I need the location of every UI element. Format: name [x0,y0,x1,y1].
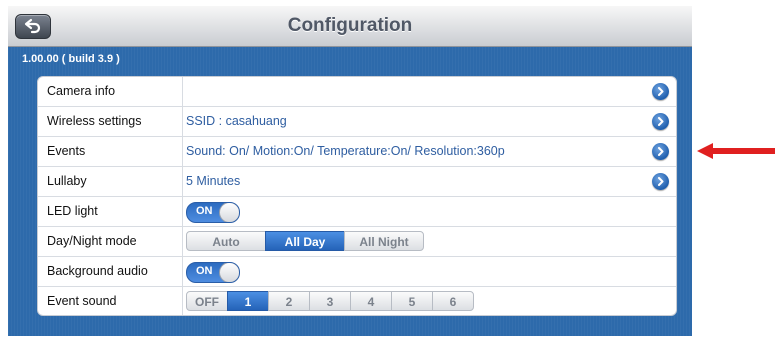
firmware-version: 1.00.00 ( build 3.9 ) [22,53,120,65]
red-arrow-icon [697,143,775,159]
toggle-state: ON [196,265,213,277]
row-label: LED light [38,197,183,226]
navigation-bar: Configuration [8,6,692,47]
row-label: Wireless settings [38,107,183,136]
app-screen: Configuration 1.00.00 ( build 3.9 ) Came… [8,6,692,336]
row-day-night-mode: Day/Night mode Auto All Day All Night [38,227,676,257]
row-label: Events [38,137,183,166]
chevron-right-icon [658,117,664,126]
row-wireless-settings[interactable]: Wireless settings SSID : casahuang [38,107,676,137]
event-sound-option-4[interactable]: 4 [350,291,392,311]
row-background-audio: Background audio ON [38,257,676,287]
background-audio-toggle[interactable]: ON [186,262,240,283]
chevron-right-icon [658,147,664,156]
disclosure-button[interactable] [652,143,669,160]
day-night-option-all-night[interactable]: All Night [344,231,424,251]
settings-list: Camera info Wireless settings SSID : cas… [37,76,677,316]
row-value: Sound: On/ Motion:On/ Temperature:On/ Re… [186,144,505,158]
row-lullaby[interactable]: Lullaby 5 Minutes [38,167,676,197]
disclosure-button[interactable] [652,83,669,100]
row-label: Lullaby [38,167,183,196]
row-label: Camera info [38,77,183,106]
event-sound-option-off[interactable]: OFF [186,291,228,311]
row-events[interactable]: Events Sound: On/ Motion:On/ Temperature… [38,137,676,167]
event-sound-option-1[interactable]: 1 [227,291,269,311]
row-value: 5 Minutes [186,174,241,188]
disclosure-button[interactable] [652,113,669,130]
toggle-knob [219,263,239,282]
disclosure-button[interactable] [652,173,669,190]
row-event-sound: Event sound OFF 1 2 3 4 5 6 [38,287,676,315]
row-label: Event sound [38,287,183,315]
chevron-right-icon [658,177,664,186]
day-night-option-all-day[interactable]: All Day [265,231,345,251]
row-value: SSID : casahuang [186,114,287,128]
row-label: Day/Night mode [38,227,183,256]
row-led-light: LED light ON [38,197,676,227]
page-title: Configuration [287,15,413,36]
event-sound-option-5[interactable]: 5 [391,291,433,311]
day-night-option-auto[interactable]: Auto [186,231,266,251]
led-light-toggle[interactable]: ON [186,202,240,223]
event-sound-option-2[interactable]: 2 [268,291,310,311]
chevron-right-icon [658,87,664,96]
event-sound-option-6[interactable]: 6 [432,291,474,311]
toggle-state: ON [196,205,213,217]
row-camera-info[interactable]: Camera info [38,77,676,107]
toggle-knob [219,203,239,222]
event-sound-option-3[interactable]: 3 [309,291,351,311]
row-label: Background audio [38,257,183,286]
